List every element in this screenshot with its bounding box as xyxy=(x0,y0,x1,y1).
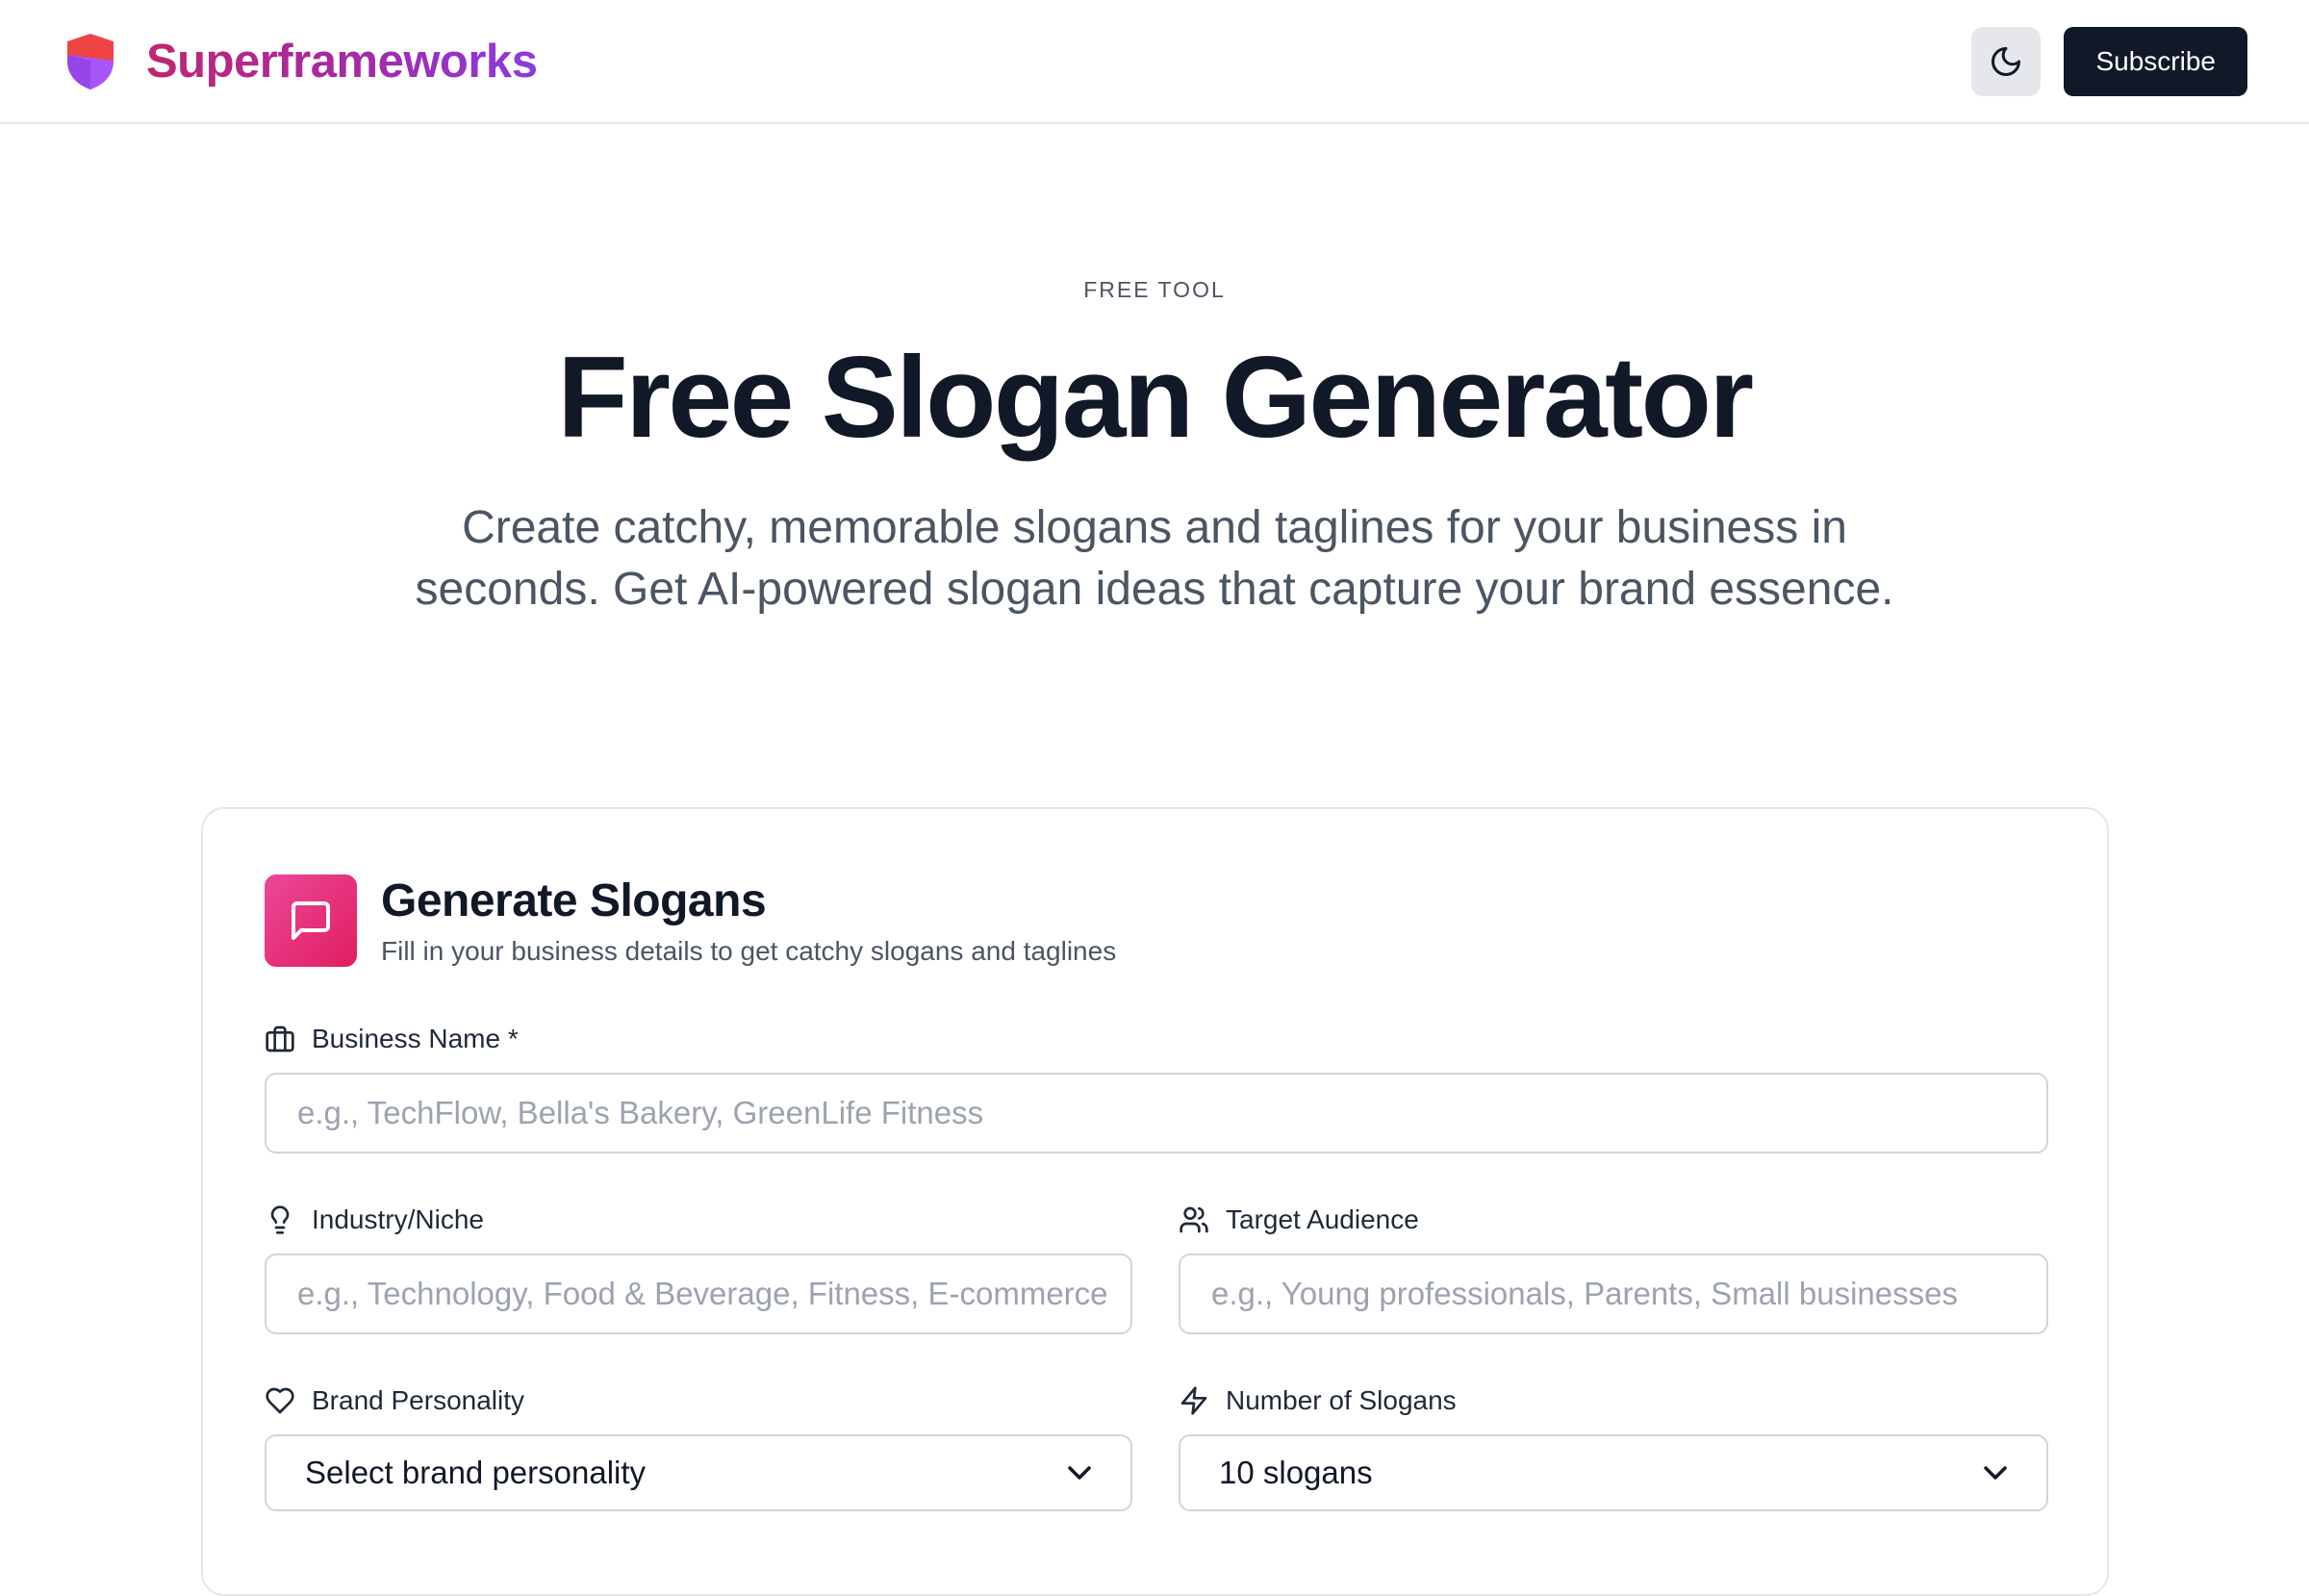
brand-name: Superframeworks xyxy=(146,35,538,88)
brand-personality-label-text: Brand Personality xyxy=(312,1385,525,1415)
card-title: Generate Slogans xyxy=(381,875,767,926)
eyebrow-label: FREE TOOL xyxy=(1083,277,1226,302)
brand-link[interactable]: Superframeworks xyxy=(63,32,538,91)
shield-logo-icon xyxy=(67,33,114,89)
users-icon xyxy=(1180,1206,1208,1233)
moon-icon xyxy=(1992,46,2021,76)
card-heading-text: Generate Slogans Fill in your business d… xyxy=(381,874,1116,967)
page-title: Free Slogan Generator xyxy=(557,333,1754,462)
chevron-down-icon xyxy=(1984,1466,2007,1480)
site-header: Superframeworks Subscribe xyxy=(0,0,2309,124)
industry-input[interactable]: e.g., Technology, Food & Beverage, Fitne… xyxy=(265,1254,1132,1334)
business-name-placeholder: e.g., TechFlow, Bella's Bakery, GreenLif… xyxy=(297,1095,984,1130)
business-name-label: Business Name * xyxy=(265,1024,519,1054)
subscribe-button[interactable]: Subscribe xyxy=(2064,26,2247,96)
message-square-icon xyxy=(292,901,330,940)
page-subtitle: Create catchy, memorable slogans and tag… xyxy=(415,502,1894,615)
business-name-label-text: Business Name * xyxy=(312,1024,519,1053)
header-actions: Subscribe xyxy=(1971,26,2247,96)
target-audience-input[interactable]: e.g., Young professionals, Parents, Smal… xyxy=(1179,1254,2048,1334)
theme-toggle-button[interactable] xyxy=(1971,26,2042,96)
card-header: Generate Slogans Fill in your business d… xyxy=(265,874,1116,967)
heart-icon xyxy=(266,1387,294,1414)
card-icon-badge xyxy=(265,874,357,967)
target-audience-placeholder: e.g., Young professionals, Parents, Smal… xyxy=(1211,1276,1958,1311)
industry-placeholder: e.g., Technology, Food & Beverage, Fitne… xyxy=(297,1276,1108,1311)
lightbulb-icon xyxy=(270,1205,290,1234)
chevron-down-icon xyxy=(1068,1466,1091,1480)
briefcase-icon xyxy=(266,1026,294,1052)
number-of-slogans-select[interactable]: 10 slogans xyxy=(1179,1434,2048,1511)
brand-personality-label: Brand Personality xyxy=(265,1385,524,1416)
number-of-slogans-selected: 10 slogans xyxy=(1219,1455,1373,1490)
target-audience-label: Target Audience xyxy=(1179,1204,1419,1235)
zap-icon xyxy=(1180,1386,1207,1415)
industry-label-text: Industry/Niche xyxy=(312,1204,484,1234)
business-name-input[interactable]: e.g., TechFlow, Bella's Bakery, GreenLif… xyxy=(265,1073,2048,1153)
number-of-slogans-label-text: Number of Slogans xyxy=(1226,1385,1457,1415)
target-audience-label-text: Target Audience xyxy=(1226,1204,1419,1234)
card-description: Fill in your business details to get cat… xyxy=(381,936,1117,966)
industry-label: Industry/Niche xyxy=(265,1204,484,1235)
brand-personality-selected: Select brand personality xyxy=(305,1455,647,1490)
slogan-form-card: Generate Slogans Fill in your business d… xyxy=(201,807,2109,1596)
brand-personality-select[interactable]: Select brand personality xyxy=(265,1434,1132,1511)
number-of-slogans-label: Number of Slogans xyxy=(1179,1385,1457,1416)
